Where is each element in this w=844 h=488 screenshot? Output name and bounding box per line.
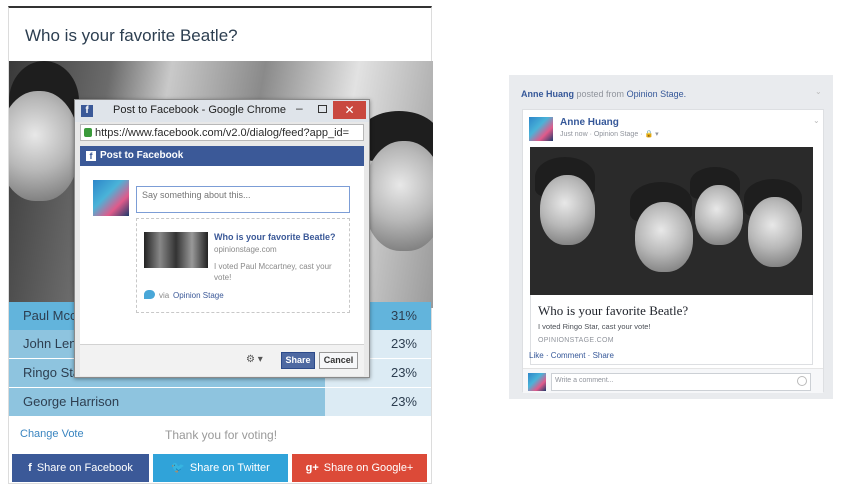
- facebook-icon: f: [28, 462, 32, 474]
- avatar: [529, 117, 553, 141]
- facebook-share-dialog: f Post to Facebook - Google Chrome – ✕ h…: [74, 99, 370, 378]
- thank-you-message: Thank you for voting!: [165, 428, 278, 442]
- share-twitter-label: Share on Twitter: [189, 462, 270, 474]
- facebook-app-icon: f: [81, 105, 93, 117]
- post-card: Anne Huang Just now · Opinion Stage · 🔒 …: [522, 109, 824, 392]
- share-facebook-label: Share on Facebook: [36, 462, 133, 474]
- post-header: Anne Huang posted from Opinion Stage.: [521, 89, 686, 99]
- poll-option-percent: 31%: [390, 308, 417, 323]
- change-vote-link[interactable]: Change Vote: [20, 428, 84, 440]
- dialog-title: Post to Facebook - Google Chrome: [113, 104, 287, 116]
- poll-option-percent: 23%: [390, 394, 417, 409]
- post-meta-text: Just now · Opinion Stage ·: [560, 131, 643, 138]
- post-author[interactable]: Anne Huang: [560, 117, 619, 128]
- minimize-icon[interactable]: –: [296, 101, 303, 115]
- poll-option-percent: 23%: [390, 336, 417, 351]
- header-posted-text: posted from: [576, 89, 625, 99]
- maximize-icon[interactable]: [318, 105, 327, 113]
- poll-title: Who is your favorite Beatle?: [25, 26, 238, 45]
- header-user-link[interactable]: Anne Huang: [521, 89, 574, 99]
- opinion-stage-icon: [144, 290, 155, 299]
- poll-option-4[interactable]: George Harrison 23%: [9, 388, 431, 416]
- link-preview: Who is your favorite Beatle? opinionstag…: [136, 218, 350, 313]
- avatar: [528, 373, 546, 391]
- fb-dialog-header: f Post to Facebook: [80, 146, 364, 166]
- preview-title[interactable]: Who is your favorite Beatle?: [214, 232, 336, 242]
- post-image: [530, 147, 813, 295]
- lock-icon: 🔒 ▾: [644, 131, 659, 138]
- post-actions[interactable]: Like · Comment · Share: [529, 351, 614, 360]
- emoji-icon[interactable]: [797, 376, 807, 386]
- message-input[interactable]: [136, 186, 350, 213]
- link-title: Who is your favorite Beatle?: [538, 303, 689, 318]
- via-label: via: [159, 291, 170, 300]
- share-google-label: Share on Google+: [323, 462, 414, 474]
- via-link[interactable]: Opinion Stage: [173, 291, 224, 300]
- preview-description: I voted Paul Mccartney, cast your vote!: [214, 262, 332, 282]
- comment-placeholder: Write a comment...: [555, 377, 614, 384]
- poll-option-percent: 23%: [390, 365, 417, 380]
- preview-image: [144, 232, 208, 268]
- google-plus-icon: g+: [305, 462, 319, 474]
- twitter-icon: 🐦: [171, 462, 185, 474]
- fb-dialog-title: Post to Facebook: [100, 150, 184, 161]
- link-description: I voted Ringo Star, cast your vote!: [538, 322, 651, 331]
- facebook-post-preview: Anne Huang posted from Opinion Stage. ⌄ …: [509, 75, 833, 399]
- comment-input[interactable]: Write a comment...: [551, 373, 811, 391]
- facebook-icon: f: [86, 151, 96, 161]
- cancel-button[interactable]: Cancel: [319, 352, 358, 369]
- share-button[interactable]: Share: [281, 352, 315, 369]
- address-url: https://www.facebook.com/v2.0/dialog/fee…: [95, 127, 350, 139]
- chevron-down-icon[interactable]: ⌄: [813, 116, 820, 125]
- preview-domain: opinionstage.com: [214, 245, 277, 254]
- poll-option-label: George Harrison: [23, 394, 120, 409]
- comment-area: Write a comment...: [523, 368, 823, 393]
- gear-icon[interactable]: ⚙ ▾: [246, 354, 263, 365]
- close-icon[interactable]: ✕: [333, 101, 366, 119]
- share-twitter-button[interactable]: 🐦 Share on Twitter: [153, 454, 288, 482]
- dialog-titlebar[interactable]: f Post to Facebook - Google Chrome – ✕: [75, 100, 369, 122]
- header-app-link[interactable]: Opinion Stage.: [627, 89, 687, 99]
- dialog-footer: ⚙ ▾ Share Cancel: [80, 344, 364, 376]
- address-bar[interactable]: https://www.facebook.com/v2.0/dialog/fee…: [80, 124, 364, 141]
- dialog-body: Who is your favorite Beatle? opinionstag…: [80, 166, 364, 344]
- link-domain: OPINIONSTAGE.COM: [538, 337, 614, 344]
- share-google-button[interactable]: g+ Share on Google+: [292, 454, 427, 482]
- post-meta: Just now · Opinion Stage · 🔒 ▾: [560, 130, 659, 138]
- chevron-down-icon[interactable]: ⌄: [815, 87, 822, 96]
- lock-icon: [84, 128, 92, 137]
- avatar: [93, 180, 129, 216]
- share-facebook-button[interactable]: f Share on Facebook: [12, 454, 149, 482]
